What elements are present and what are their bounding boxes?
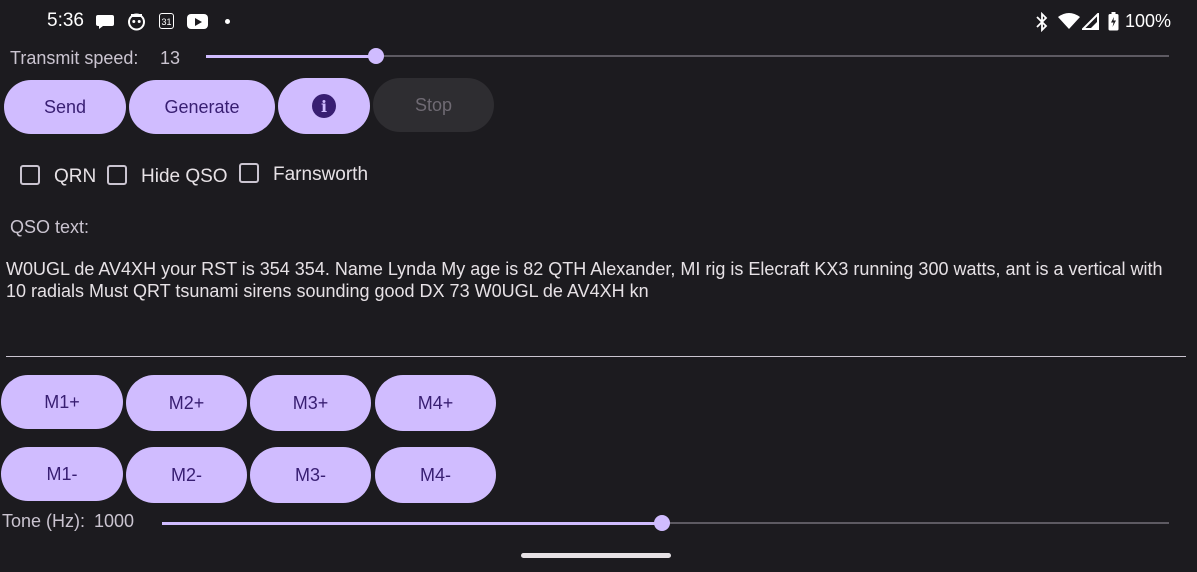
qso-text-underline bbox=[6, 356, 1186, 357]
transmit-speed-thumb[interactable] bbox=[368, 48, 384, 64]
bluetooth-icon bbox=[1034, 11, 1050, 37]
m2-plus-button[interactable]: M2+ bbox=[126, 375, 247, 431]
battery-icon bbox=[1108, 12, 1119, 36]
home-gesture-bar[interactable] bbox=[521, 553, 671, 558]
info-button[interactable]: i bbox=[278, 78, 370, 134]
dot-icon bbox=[225, 19, 230, 24]
m4-plus-button[interactable]: M4+ bbox=[375, 375, 496, 431]
calendar-icon: 31 bbox=[159, 13, 174, 29]
tone-value: 1000 bbox=[94, 511, 135, 531]
stop-button[interactable]: Stop bbox=[373, 78, 494, 132]
qrn-checkbox[interactable] bbox=[20, 165, 40, 185]
status-time: 5:36 bbox=[47, 10, 84, 31]
qrn-label: QRN bbox=[54, 166, 97, 187]
m4-minus-button[interactable]: M4- bbox=[375, 447, 496, 503]
chat-bubble-icon bbox=[95, 11, 115, 35]
m1-minus-button[interactable]: M1- bbox=[1, 447, 123, 501]
signal-icon bbox=[1080, 11, 1099, 35]
transmit-speed-label: Transmit speed: bbox=[10, 48, 139, 68]
m3-plus-button[interactable]: M3+ bbox=[250, 375, 371, 431]
transmit-speed-value: 13 bbox=[160, 48, 181, 68]
info-icon: i bbox=[312, 94, 336, 118]
transmit-speed-track-active bbox=[206, 55, 376, 58]
farnsworth-label: Farnsworth bbox=[273, 164, 369, 185]
tone-label: Tone (Hz): bbox=[2, 511, 86, 531]
farnsworth-checkbox[interactable] bbox=[239, 163, 259, 183]
transmit-speed-slider[interactable] bbox=[206, 46, 1169, 66]
robot-icon bbox=[127, 12, 146, 36]
tone-track-active bbox=[162, 522, 662, 525]
tone-thumb[interactable] bbox=[654, 515, 670, 531]
qso-text-field[interactable]: W0UGL de AV4XH your RST is 354 354. Name… bbox=[6, 258, 1186, 302]
m1-plus-button[interactable]: M1+ bbox=[1, 375, 123, 429]
hide-qso-checkbox[interactable] bbox=[107, 165, 127, 185]
generate-button[interactable]: Generate bbox=[129, 80, 275, 134]
m2-minus-button[interactable]: M2- bbox=[126, 447, 247, 503]
tone-slider[interactable] bbox=[162, 513, 1169, 533]
battery-percent: 100% bbox=[1125, 11, 1172, 31]
qso-text-label: QSO text: bbox=[10, 217, 90, 237]
wifi-icon bbox=[1058, 12, 1080, 35]
send-button[interactable]: Send bbox=[4, 80, 126, 134]
hide-qso-label: Hide QSO bbox=[141, 166, 228, 187]
youtube-icon bbox=[187, 14, 208, 29]
m3-minus-button[interactable]: M3- bbox=[250, 447, 371, 503]
